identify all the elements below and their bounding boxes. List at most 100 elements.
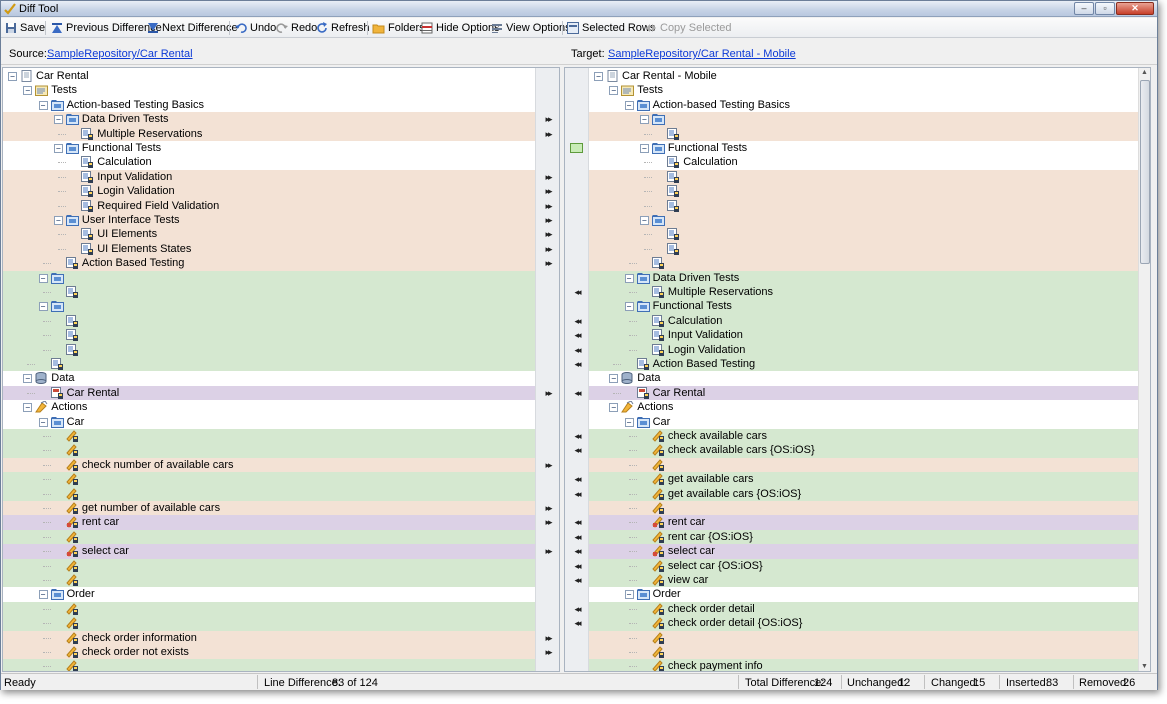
tree-row[interactable]: − Tests xyxy=(3,83,535,97)
copy-selected-button[interactable]: Copy Selected xyxy=(645,21,732,35)
copy-to-source-arrow-icon[interactable]: ◂◂ xyxy=(565,616,589,630)
copy-to-source-arrow-icon[interactable]: ◂◂ xyxy=(565,573,589,587)
merge-marker[interactable] xyxy=(565,141,589,155)
tree-row[interactable] xyxy=(589,227,1138,242)
tree-row[interactable]: rent car xyxy=(589,515,1138,530)
tree-row[interactable] xyxy=(3,659,535,671)
tree-row[interactable]: get available cars {OS:iOS} xyxy=(589,486,1138,501)
tree-row[interactable]: Login Validation xyxy=(3,184,535,199)
redo-button[interactable]: Redo xyxy=(276,21,317,35)
tree-row[interactable] xyxy=(3,285,535,300)
scroll-up-arrow-icon[interactable]: ▲ xyxy=(1141,69,1148,76)
source-tree-panel[interactable]: ▸▸ ▸▸ ▸▸ ▸▸ ▸▸ ▸▸ ▸▸ ▸▸ ▸▸ ▸▸ ▸▸ ▸▸ ▸▸ ▸▸ ▸▸ ▸▸ − Car Re… xyxy=(2,67,560,672)
expand-collapse-toggle[interactable]: − xyxy=(624,590,634,600)
expand-collapse-toggle[interactable]: − xyxy=(609,403,619,413)
tree-row[interactable]: − xyxy=(3,299,535,314)
tree-row[interactable] xyxy=(3,573,535,588)
expand-collapse-toggle[interactable]: − xyxy=(23,86,33,96)
tree-row[interactable]: select car {OS:iOS} xyxy=(589,558,1138,573)
tree-row[interactable]: Required Field Validation xyxy=(3,198,535,213)
copy-to-source-arrow-icon[interactable]: ◂◂ xyxy=(565,530,589,544)
tree-row[interactable]: check order information xyxy=(3,630,535,645)
tree-row[interactable] xyxy=(3,429,535,444)
refresh-button[interactable]: Refresh xyxy=(316,21,370,35)
copy-to-target-arrow-icon[interactable]: ▸▸ xyxy=(536,112,559,126)
tree-row[interactable]: − Functional Tests xyxy=(589,141,1138,155)
tree-row[interactable]: − xyxy=(589,213,1138,228)
expand-collapse-toggle[interactable]: − xyxy=(609,374,619,384)
tree-row[interactable]: − Data xyxy=(3,371,535,385)
copy-to-target-arrow-icon[interactable]: ▸▸ xyxy=(536,170,559,184)
tree-row[interactable] xyxy=(589,198,1138,213)
folders-button[interactable]: Folders xyxy=(372,21,425,35)
copy-to-target-arrow-icon[interactable]: ▸▸ xyxy=(536,127,559,141)
view-options-button[interactable]: View Options xyxy=(491,21,571,35)
copy-to-source-arrow-icon[interactable]: ◂◂ xyxy=(565,343,589,357)
tree-row[interactable] xyxy=(3,486,535,501)
tree-row[interactable] xyxy=(3,357,535,372)
tree-row[interactable]: get available cars xyxy=(589,472,1138,487)
tree-row[interactable]: − xyxy=(3,270,535,285)
expand-collapse-toggle[interactable]: − xyxy=(639,216,649,225)
tree-row[interactable] xyxy=(589,169,1138,185)
tree-row[interactable]: − Car Rental xyxy=(3,69,535,83)
tree-row[interactable]: − Car Rental - Mobile xyxy=(589,69,1138,83)
tree-row[interactable] xyxy=(3,313,535,329)
tree-row[interactable]: check available cars xyxy=(589,429,1138,444)
tree-row[interactable] xyxy=(3,342,535,357)
tree-row[interactable]: Calculation xyxy=(589,313,1138,329)
copy-to-target-arrow-icon[interactable]: ▸▸ xyxy=(536,242,559,256)
expand-collapse-toggle[interactable]: − xyxy=(38,417,48,427)
copy-to-source-arrow-icon[interactable]: ◂◂ xyxy=(565,602,589,616)
copy-to-source-arrow-icon[interactable]: ◂◂ xyxy=(565,314,589,328)
scrollbar-thumb[interactable] xyxy=(1140,80,1150,264)
expand-collapse-toggle[interactable]: − xyxy=(53,144,63,153)
tree-row[interactable]: − Order xyxy=(3,587,535,601)
tree-row[interactable]: check order not exists xyxy=(3,645,535,660)
copy-to-source-arrow-icon[interactable]: ◂◂ xyxy=(565,487,589,501)
tree-row[interactable] xyxy=(3,443,535,458)
copy-to-source-arrow-icon[interactable]: ◂◂ xyxy=(565,386,589,400)
copy-to-target-arrow-icon[interactable]: ▸▸ xyxy=(536,631,559,645)
tree-row[interactable]: − Actions xyxy=(589,400,1138,414)
selected-rows-toggle[interactable]: Selected Rows xyxy=(567,21,655,35)
copy-to-target-arrow-icon[interactable]: ▸▸ xyxy=(536,645,559,659)
tree-row[interactable]: − Car xyxy=(3,415,535,429)
copy-to-target-arrow-icon[interactable]: ▸▸ xyxy=(536,227,559,241)
expand-collapse-toggle[interactable]: − xyxy=(609,86,619,96)
save-button[interactable]: Save xyxy=(5,21,45,35)
tree-row[interactable]: − Car xyxy=(589,415,1138,429)
tree-row[interactable]: − Functional Tests xyxy=(3,141,535,155)
tree-row[interactable] xyxy=(589,630,1138,645)
tree-row[interactable] xyxy=(3,472,535,487)
tree-row[interactable] xyxy=(3,601,535,617)
expand-collapse-toggle[interactable]: − xyxy=(23,374,33,384)
tree-row[interactable]: Car Rental xyxy=(3,385,535,401)
tree-row[interactable]: rent car {OS:iOS} xyxy=(589,529,1138,545)
copy-to-source-arrow-icon[interactable]: ◂◂ xyxy=(565,285,589,299)
tree-row[interactable]: select car xyxy=(3,544,535,559)
expand-collapse-toggle[interactable]: − xyxy=(8,72,17,81)
tree-row[interactable]: − Action-based Testing Basics xyxy=(589,98,1138,112)
tree-row[interactable] xyxy=(3,616,535,631)
copy-to-target-arrow-icon[interactable]: ▸▸ xyxy=(536,515,559,529)
tree-row[interactable]: Car Rental xyxy=(589,385,1138,401)
tree-row[interactable]: − Data xyxy=(589,371,1138,385)
copy-to-target-arrow-icon[interactable]: ▸▸ xyxy=(536,184,559,198)
tree-row[interactable]: − Tests xyxy=(589,83,1138,97)
tree-row[interactable]: Calculation xyxy=(589,155,1138,169)
expand-collapse-toggle[interactable]: − xyxy=(624,302,634,312)
tree-row[interactable]: − Actions xyxy=(3,400,535,414)
tree-row[interactable]: check order detail xyxy=(589,601,1138,617)
tree-row[interactable] xyxy=(589,645,1138,660)
copy-to-target-arrow-icon[interactable]: ▸▸ xyxy=(536,256,559,270)
next-difference-button[interactable]: Next Difference xyxy=(147,21,238,35)
copy-to-target-arrow-icon[interactable]: ▸▸ xyxy=(536,199,559,213)
tree-row[interactable]: Login Validation xyxy=(589,342,1138,357)
tree-row[interactable] xyxy=(3,529,535,545)
expand-collapse-toggle[interactable]: − xyxy=(624,417,634,427)
tree-row[interactable]: − Action-based Testing Basics xyxy=(3,98,535,112)
tree-row[interactable]: Action Based Testing xyxy=(3,256,535,271)
expand-collapse-toggle[interactable]: − xyxy=(53,115,63,125)
hide-options-button[interactable]: Hide Options xyxy=(421,21,500,35)
